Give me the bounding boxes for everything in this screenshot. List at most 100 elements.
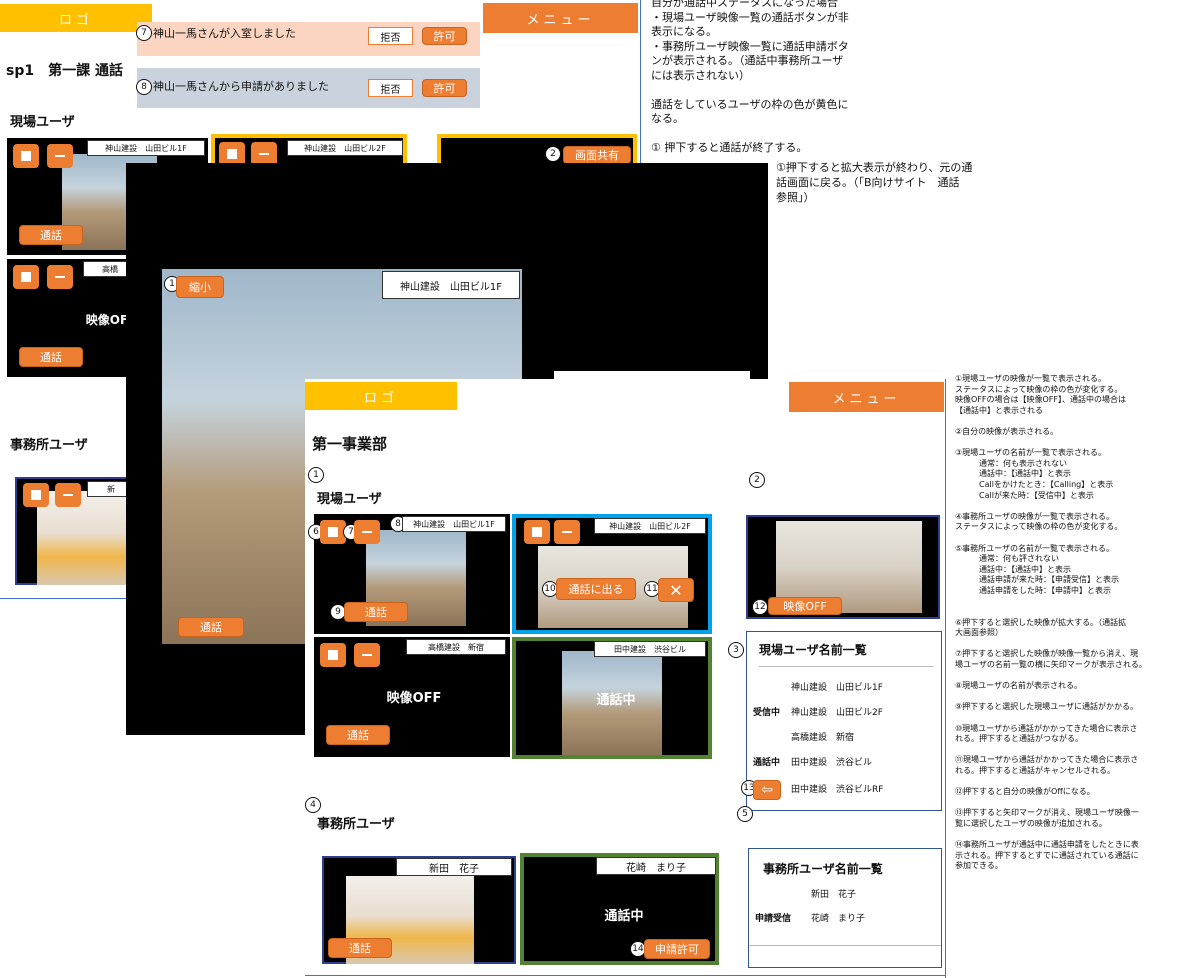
self-video-off-button[interactable]: 映像OFF — [768, 597, 842, 615]
side-note-line — [955, 596, 1193, 607]
marker-5: 5 — [737, 806, 753, 822]
back-tile-1-name: 神山建設 山田ビル1F — [87, 140, 205, 156]
front-menu-button[interactable]: メニュー — [789, 382, 944, 412]
back-office-tile: 新 — [15, 477, 135, 585]
side-note-line: 示される。押下するとすでに通話されている通話に — [955, 850, 1139, 860]
notice-request-text: 神山一馬さんから申請がありました — [153, 80, 329, 93]
top-note-line — [651, 127, 891, 142]
back-tile-1-minimize-button[interactable] — [47, 144, 73, 168]
office-user-list: 事務所ユーザ名前一覧 新田 花子 申請受信 花崎 まり子 — [748, 848, 942, 968]
field-tile-4: 田中建設 渋谷ビル 通話中 — [512, 637, 712, 759]
zoom-note-line: ①押下すると拡大表示が終わり、元の通 — [776, 161, 973, 174]
field-tile-2: 神山建設 山田ビル2F 10 通話に出る 11 ✕ — [512, 514, 712, 634]
side-note-line: ⑦押下すると選択した映像が映像一覧から消え、現 — [955, 649, 1139, 659]
field-row-name: 神山建設 山田ビル1F — [791, 683, 883, 693]
office-tile-1: 新田 花子 通話 — [322, 856, 516, 964]
front-divider-bottom — [305, 975, 945, 976]
back-page-title: sp1 第一課 通話 — [6, 63, 123, 79]
office-tile-1-call-button[interactable]: 通話 — [328, 938, 392, 958]
back-divider — [0, 598, 130, 599]
zoom-name: 神山建設 山田ビル1F — [382, 271, 520, 299]
field-row-name: 田中建設 渋谷ビルRF — [791, 785, 884, 795]
side-note-line: ステータスによって映像の枠の色が変化する。 — [955, 384, 1123, 394]
side-note-line: 通常：何も表示されない — [955, 458, 1067, 468]
field-tile-2-name: 神山建設 山田ビル2F — [594, 518, 706, 534]
restore-arrow-button[interactable]: ⇦ — [753, 780, 781, 800]
field-row-name: 高橋建設 新宿 — [791, 733, 855, 743]
notice-entered-accept-button[interactable]: 許可 — [422, 27, 467, 45]
side-note-line: ⑫押下すると自分の映像がOffになる。 — [955, 787, 1095, 797]
front-field-users-heading: 現場ユーザ — [317, 492, 382, 507]
self-tile: 12 映像OFF — [746, 515, 940, 619]
field-tile-2-answer-button[interactable]: 通話に出る — [556, 578, 636, 600]
side-note-line: ステータスによって映像の枠の色が変化する。 — [955, 522, 1123, 532]
back-tile-4-zoom-button[interactable] — [13, 265, 39, 289]
field-row-name: 田中建設 渋谷ビル — [791, 758, 873, 768]
office-tile-2: 花崎 まり子 通話中 14 申請許可 — [520, 853, 719, 965]
side-note-line: 通話中：【通話中】と表示 — [955, 564, 1071, 574]
top-note-line: なる。 — [651, 112, 684, 125]
field-tile-1-call-button[interactable]: 通話 — [344, 602, 408, 622]
side-note-line: 通話申請が来た時：【申請受信】と表示 — [955, 575, 1119, 585]
office-user-list-title: 事務所ユーザ名前一覧 — [763, 862, 883, 876]
front-logo: ロゴ — [305, 382, 457, 410]
back-office-minimize-button[interactable] — [55, 483, 81, 507]
field-tile-3-zoom-button[interactable] — [320, 643, 346, 667]
top-note-line — [651, 83, 891, 98]
side-note-line: ①現場ユーザの映像が一覧で表示される。 — [955, 374, 1107, 383]
side-note-line: れる。押下すると通話がつながる。 — [955, 734, 1083, 744]
side-note-line: ③現場ユーザの名前が一覧で表示される。 — [955, 448, 1107, 458]
side-note-line — [955, 607, 1193, 618]
field-tile-3-minimize-button[interactable] — [354, 643, 380, 667]
side-note-line — [955, 639, 1193, 650]
field-user-list-rule — [759, 666, 933, 667]
side-note-line: 映像OFFの場合は【映像OFF】、通話中の場合は — [955, 395, 1126, 405]
notice-request-marker: 8 — [136, 79, 152, 95]
front-dept-title: 第一事業部 — [312, 435, 388, 453]
side-note-line: ⑧現場ユーザの名前が表示される。 — [955, 681, 1083, 691]
front-office-users-heading: 事務所ユーザ — [317, 817, 395, 832]
back-office-tile-video — [37, 491, 135, 585]
side-note-line: 通常：何も評されない — [955, 554, 1059, 564]
field-tile-2-zoom-button[interactable] — [524, 520, 550, 544]
notice-request-accept-button[interactable]: 許可 — [422, 79, 467, 97]
side-note-line — [955, 830, 1193, 841]
field-tile-3-call-button[interactable]: 通話 — [326, 725, 390, 745]
notice-request-reject-button[interactable]: 拒否 — [368, 79, 413, 97]
zoom-shrink-button[interactable]: 縮小 — [176, 276, 224, 298]
side-note-line: れる。押下すると通話がキャンセルされる。 — [955, 765, 1115, 775]
back-tile-1-zoom-button[interactable] — [13, 144, 39, 168]
side-note-line — [955, 501, 1193, 512]
office-tile-2-busy: 通話中 — [604, 908, 644, 924]
notice-entered-marker: 7 — [136, 25, 152, 41]
zoom-note: ①押下すると拡大表示が終わり、元の通 話画面に戻る。（「B向けサイト 通話 参照… — [776, 161, 1006, 206]
field-tile-1: 6 7 8 神山建設 山田ビル1F 9 通話 — [308, 514, 510, 634]
back-tile-4-call-button[interactable]: 通話 — [19, 347, 83, 367]
front-screen: ロゴ メニュー 第一事業部 1 現場ユーザ 6 7 8 神山建設 山田ビル1F … — [305, 374, 1193, 978]
field-tile-2-cancel-button[interactable]: ✕ — [658, 578, 694, 602]
field-tile-2-minimize-button[interactable] — [554, 520, 580, 544]
back-tile-1-call-button[interactable]: 通話 — [19, 225, 83, 245]
side-note-line: ④事務所ユーザの映像が一覧で表示される。 — [955, 511, 1115, 521]
zoom-note-line: 話画面に戻る。（「B向けサイト 通話 — [776, 176, 960, 189]
notice-entered-reject-button[interactable]: 拒否 — [368, 27, 413, 45]
field-row-name: 神山建設 山田ビル2F — [791, 708, 883, 718]
back-tile-4-minimize-button[interactable] — [47, 265, 73, 289]
field-tile-1-minimize-button[interactable] — [354, 520, 380, 544]
front-divider-vertical — [945, 379, 946, 978]
back-screen-share-button[interactable]: 画面共有 — [563, 146, 631, 164]
office-row-name: 花崎 まり子 — [811, 914, 866, 924]
field-tile-4-busy: 通話中 — [596, 692, 636, 708]
back-office-zoom-button[interactable] — [23, 483, 49, 507]
side-note-line: Callが来た時：【受信中】と表示 — [955, 490, 1094, 500]
marker-4: 4 — [305, 797, 321, 813]
field-tile-3-video-off: 映像OFF — [386, 690, 442, 706]
zoom-call-button[interactable]: 通話 — [178, 617, 244, 637]
top-note-line: には表示されない） — [651, 68, 750, 82]
office-tile-2-permit-button[interactable]: 申請許可 — [644, 939, 710, 959]
office-tile-1-name: 新田 花子 — [396, 858, 512, 876]
office-row-status: 申請受信 — [755, 914, 792, 924]
back-menu-button[interactable]: メニュー — [483, 3, 638, 33]
field-tile-3: 高橋建設 新宿 映像OFF 通話 — [314, 637, 510, 757]
side-note-line: 覧に選択したユーザの映像が追加される。 — [955, 818, 1107, 828]
